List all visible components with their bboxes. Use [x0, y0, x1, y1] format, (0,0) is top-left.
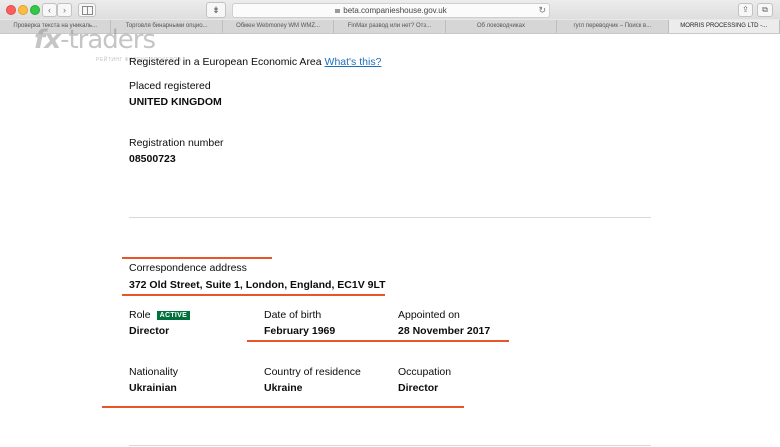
country-of-residence-label: Country of residence: [264, 366, 361, 378]
sidebar-toggle-button[interactable]: [78, 3, 96, 17]
correspondence-address-value: 372 Old Street, Suite 1, London, England…: [129, 279, 386, 291]
chevron-right-icon: ›: [63, 5, 66, 15]
nationality-label: Nationality: [129, 366, 179, 378]
minimize-window-button[interactable]: [18, 5, 28, 15]
chevron-left-icon: ‹: [48, 5, 51, 15]
tabs-icon: ⧉: [762, 5, 768, 14]
watermark-brand-fx: fx: [34, 25, 61, 55]
annotation-underline: [122, 294, 385, 296]
reload-icon[interactable]: ↻: [538, 4, 546, 17]
browser-tab-active[interactable]: MORRIS PROCESSING LTD -...: [668, 20, 780, 33]
whats-this-link[interactable]: What's this?: [325, 56, 382, 68]
lock-icon: [335, 9, 341, 13]
registration-number-value: 08500723: [129, 153, 176, 165]
share-button[interactable]: ⇪: [738, 3, 753, 17]
show-all-tabs-button[interactable]: ⧉: [757, 3, 773, 17]
annotation-underline: [247, 340, 509, 342]
country-of-residence-value: Ukraine: [264, 382, 303, 394]
occupation-value: Director: [398, 382, 439, 394]
url-text: beta.companieshouse.gov.uk: [343, 6, 447, 15]
date-of-birth-label: Date of birth: [264, 309, 322, 321]
browser-toolbar: ‹ › ⇟ beta.companieshouse.gov.uk ↻ ⇪ ⧉: [0, 0, 780, 19]
browser-tab[interactable]: Об лоководчиках: [446, 20, 558, 33]
annotation-underline: [122, 257, 272, 259]
place-registered-label: Placed registered: [129, 80, 211, 92]
browser-tab[interactable]: Обмен Webmoney WM WMZ...: [223, 20, 335, 33]
eea-statement: Registered in a European Economic Area W…: [129, 56, 381, 68]
forward-button[interactable]: ›: [57, 3, 72, 17]
extension-button[interactable]: ⇟: [206, 2, 226, 18]
zoom-window-button[interactable]: [30, 5, 40, 15]
address-bar[interactable]: beta.companieshouse.gov.uk ↻: [232, 3, 550, 18]
share-icon: ⇪: [742, 5, 749, 14]
annotation-underline: [102, 406, 464, 408]
section-divider: [129, 445, 651, 446]
browser-tab[interactable]: FinMax развод или нет? Отз...: [334, 20, 446, 33]
nationality-value: Ukrainian: [129, 382, 177, 394]
eea-text: Registered in a European Economic Area: [129, 56, 322, 68]
place-registered-value: UNITED KINGDOM: [129, 96, 222, 108]
section-divider: [129, 217, 651, 218]
status-badge: ACTIVE: [156, 311, 191, 320]
close-window-button[interactable]: [6, 5, 16, 15]
role-value: Director: [129, 325, 170, 337]
fx-traders-watermark: fx-traders РЕЙТИНГ ФОРЕКС БРОКЕРОВ: [34, 25, 181, 63]
registration-number-label: Registration number: [129, 137, 224, 149]
appointed-on-value: 28 November 2017: [398, 325, 491, 337]
occupation-label: Occupation: [398, 366, 452, 378]
correspondence-address-label: Correspondence address: [129, 262, 247, 274]
browser-tab[interactable]: гугл переводчик – Поиск в...: [557, 20, 669, 33]
extension-icon: ⇟: [212, 5, 220, 15]
date-of-birth-value: February 1969: [264, 325, 336, 337]
back-button[interactable]: ‹: [42, 3, 57, 17]
watermark-brand-rest: -traders: [60, 25, 156, 55]
appointed-on-label: Appointed on: [398, 309, 460, 321]
role-label: Role ACTIVE: [129, 309, 191, 321]
role-label-text: Role: [129, 309, 151, 321]
